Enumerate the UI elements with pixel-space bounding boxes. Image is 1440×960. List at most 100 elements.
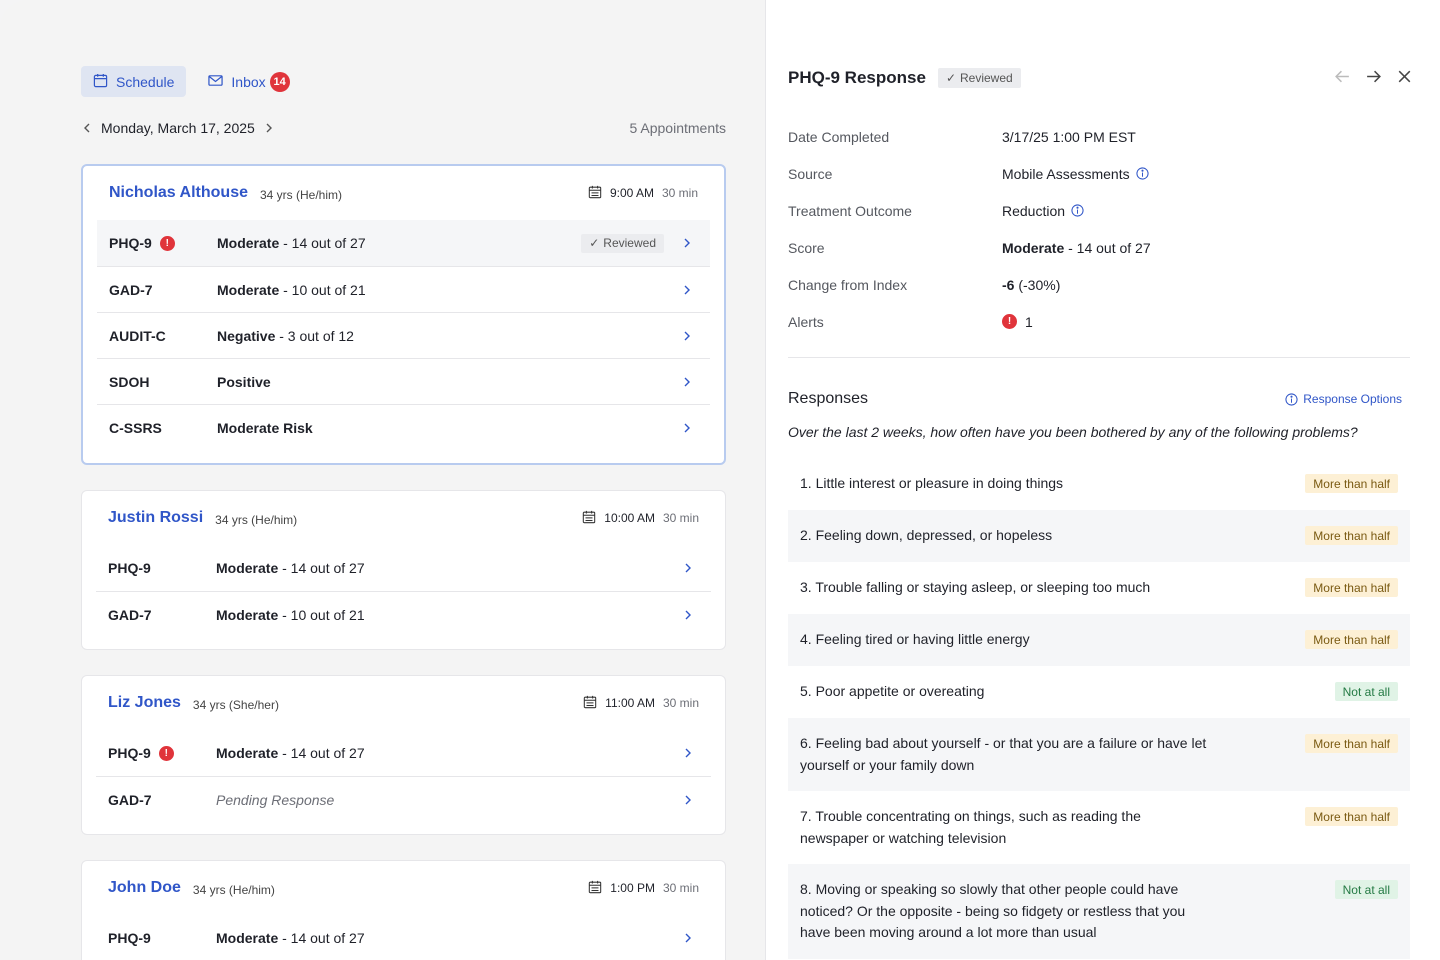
assessment-row[interactable]: PHQ-9! Moderate - 14 out of 27 [96,730,711,776]
severity: Moderate [216,930,279,946]
appointment-start: 11:00 AM [605,696,655,710]
assessment-row[interactable]: GAD-7 Pending Response [96,776,711,822]
chevron-right-icon[interactable] [682,330,692,342]
assessment-row[interactable]: C-SSRS Moderate Risk [97,404,710,450]
detail-fields: Date Completed 3/17/25 1:00 PM EST Sourc… [788,118,1413,340]
response-answer: More than half [1305,734,1398,753]
source-value: Mobile Assessments [1002,165,1130,182]
field-label: Date Completed [788,128,890,145]
assessment-result: Moderate - 10 out of 21 [217,282,698,298]
detail-title: PHQ-9 Response [788,68,926,87]
appointment-duration: 30 min [662,511,699,525]
chevron-right-icon[interactable] [682,422,692,434]
severity: Moderate [216,606,279,623]
assessment-detail-panel: PHQ-9 Response ✓ Reviewed Date Completed … [765,0,1440,960]
assessment-row[interactable]: AUDIT-C Negative - 3 out of 12 [97,312,710,358]
change-value: -6 [1002,276,1015,293]
arrow-right-icon[interactable] [1365,68,1382,85]
calendar-icon [93,73,108,91]
chevron-right-icon[interactable] [683,609,693,621]
chevron-right-icon[interactable] [683,932,693,944]
info-icon[interactable] [1136,167,1149,180]
alert-icon: ! [159,235,175,251]
appointment-card[interactable]: John Doe 34 yrs (He/him) 1:00 PM 30 min … [81,860,726,960]
patient-meta: 34 yrs (He/him) [259,187,342,202]
assessment-row[interactable]: GAD-7 Moderate - 10 out of 21 [96,591,711,637]
assessment-list: PHQ-9! Moderate - 14 out of 27 GAD-7 Pen… [82,730,725,822]
response-item: 2. Feeling down, depressed, or hopeless … [788,510,1410,562]
severity: Moderate [217,281,280,298]
score-detail: - 14 out of 27 [279,235,366,251]
inbox-count-badge: 14 [269,71,290,92]
assessment-list: PHQ-9 Moderate - 14 out of 27 GAD-7 Mode… [82,545,725,637]
assessment-code: PHQ-9 [108,930,151,946]
inbox-tab[interactable]: Inbox 14 [196,66,301,97]
score-detail: - 14 out of 27 [278,745,365,761]
appointment-card[interactable]: Justin Rossi 34 yrs (He/him) 10:00 AM 30… [81,490,726,650]
info-icon[interactable] [1071,204,1084,217]
assessment-code: AUDIT-C [109,327,166,344]
score-detail: - 10 out of 21 [279,281,366,298]
detail-actions [1334,68,1413,85]
severity: Moderate [217,235,280,251]
assessment-code: GAD-7 [108,606,152,623]
chevron-right-icon[interactable] [683,794,693,806]
patient-name[interactable]: John Doe [108,879,181,897]
assessment-result: Moderate - 14 out of 27 [216,930,699,946]
current-date: Monday, March 17, 2025 [101,120,255,136]
info-icon [1285,392,1298,406]
response-list: 1. Little interest or pleasure in doing … [788,458,1410,959]
assessment-row[interactable]: SDOH Positive [97,358,710,404]
appointment-start: 1:00 PM [610,881,655,895]
score-detail: - 14 out of 27 [278,930,365,946]
chevron-right-icon[interactable] [683,562,693,574]
close-icon[interactable] [1396,68,1413,85]
chevron-right-icon[interactable] [682,376,692,388]
assessment-row[interactable]: PHQ-9 Moderate - 14 out of 27 [96,545,711,591]
appointment-card[interactable]: Nicholas Althouse 34 yrs (He/him) 9:00 A… [81,164,726,465]
inbox-tab-label: Inbox [231,73,266,90]
mail-icon [208,73,224,91]
patient-name[interactable]: Justin Rossi [108,509,203,527]
appointment-start: 10:00 AM [604,511,655,525]
response-item: 6. Feeling bad about yourself - or that … [788,718,1410,791]
field-row: Score Moderate - 14 out of 27 [788,229,1413,266]
assessment-code: PHQ-9! [109,235,217,251]
appointment-card[interactable]: Liz Jones 34 yrs (She/her) 11:00 AM 30 m… [81,675,726,835]
response-item: 5. Poor appetite or overeating Not at al… [788,666,1410,718]
divider [788,357,1410,358]
assessment-code-label: PHQ-9 [108,745,151,761]
assessment-code: GAD-7 [108,791,152,808]
chevron-left-icon[interactable] [81,122,93,134]
chevron-right-icon[interactable] [263,122,275,134]
chevron-right-icon[interactable] [682,237,692,249]
calendar-icon [588,185,602,202]
assessment-row[interactable]: GAD-7 Moderate - 10 out of 21 [97,266,710,312]
schedule-tab-label: Schedule [116,73,175,90]
assessment-result: Moderate - 10 out of 21 [216,607,699,623]
chevron-right-icon[interactable] [683,747,693,759]
pending-response: Pending Response [216,791,335,808]
patient-name[interactable]: Nicholas Althouse [109,184,248,202]
reviewed-label: Reviewed [960,71,1013,85]
assessment-result: Moderate Risk [217,420,698,436]
score-detail: - 3 out of 12 [275,327,354,344]
assessment-code-label: PHQ-9 [109,235,152,251]
assessment-row[interactable]: PHQ-9 Moderate - 14 out of 27 [96,915,711,960]
assessment-code: PHQ-9! [108,745,216,761]
assessment-row[interactable]: PHQ-9! Moderate - 14 out of 27 ✓ Reviewed [97,220,710,266]
patient-name[interactable]: Liz Jones [108,694,181,712]
reviewed-badge: ✓ Reviewed [937,68,1021,88]
response-options-link[interactable]: Response Options [1285,392,1402,406]
outcome-value: Reduction [1002,202,1066,219]
alert-count: 1 [1025,313,1033,330]
appointment-duration: 30 min [662,696,699,710]
appointment-header: Justin Rossi 34 yrs (He/him) 10:00 AM 30… [82,491,725,545]
reviewed-badge: ✓ Reviewed [581,233,664,253]
arrow-left-icon[interactable] [1334,68,1351,85]
severity: Negative [217,327,276,344]
chevron-right-icon[interactable] [682,284,692,296]
app-window: Schedule Inbox 14 Monday, March 17, 2025 [0,0,1440,960]
schedule-tab[interactable]: Schedule [81,66,187,97]
response-answer: More than half [1305,578,1398,597]
